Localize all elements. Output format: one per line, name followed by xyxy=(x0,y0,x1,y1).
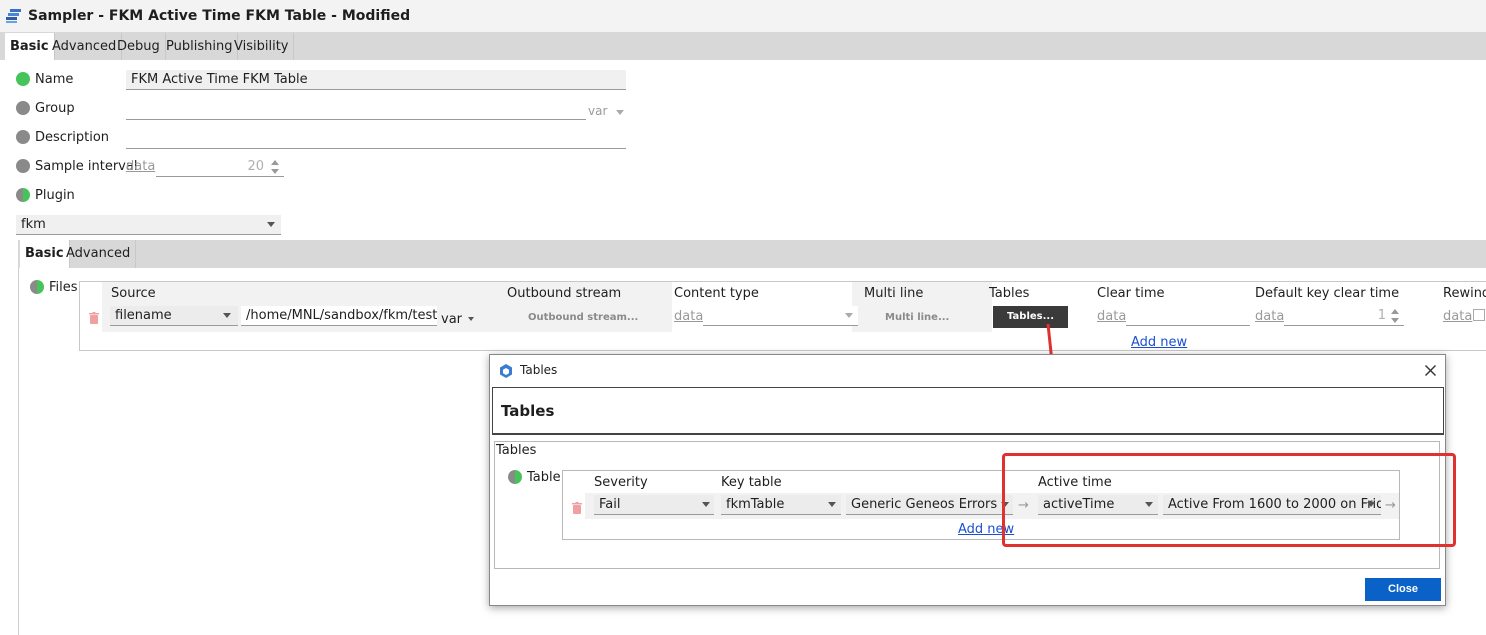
default-key-clear-spinner[interactable] xyxy=(1390,307,1400,325)
source-path-input[interactable]: /home/MNL/sandbox/fkm/test.log xyxy=(241,306,437,326)
group-var-dropdown-icon[interactable] xyxy=(616,110,624,115)
dialog-header: Tables xyxy=(492,387,1444,435)
header-source: Source xyxy=(111,286,156,301)
source-var-toggle[interactable]: var xyxy=(441,312,462,327)
rule-select[interactable]: Generic Geneos Errors xyxy=(846,495,1013,515)
header-rewind: Rewind xyxy=(1443,286,1486,301)
clear-time-input[interactable] xyxy=(1126,306,1250,326)
key-table-chevron-icon[interactable] xyxy=(828,502,836,507)
content-type-chevron-icon[interactable] xyxy=(845,313,853,318)
window-title-bar: Sampler - FKM Active Time FKM Table - Mo… xyxy=(0,0,1486,33)
sample-interval-label: Sample interval xyxy=(35,159,138,174)
group-label: Group xyxy=(35,101,75,116)
main-tab-bar: Basic Advanced Debug Publishing Visibili… xyxy=(0,33,1486,60)
outbound-stream-button[interactable]: Outbound stream... xyxy=(528,312,638,323)
header-key-table: Key table xyxy=(721,475,782,490)
header-clear-time: Clear time xyxy=(1097,286,1165,301)
source-var-chevron-icon[interactable] xyxy=(468,317,474,321)
tab-advanced[interactable]: Advanced xyxy=(47,33,123,60)
severity-select[interactable]: Fail xyxy=(594,495,714,515)
plugin-select[interactable]: fkm xyxy=(16,215,281,235)
header-outbound-stream: Outbound stream xyxy=(507,286,622,301)
rewind-checkbox[interactable] xyxy=(1473,309,1485,321)
severity-value: Fail xyxy=(599,497,621,512)
source-type-chevron-icon[interactable] xyxy=(223,313,231,318)
sample-interval-input[interactable]: 20 xyxy=(156,157,284,177)
plugin-tab-bar: Basic Advanced xyxy=(18,240,1486,268)
close-button[interactable]: Close xyxy=(1365,578,1441,601)
multi-line-button[interactable]: Multi line... xyxy=(885,312,949,323)
files-add-new-link[interactable]: Add new xyxy=(1131,335,1187,350)
severity-chevron-icon[interactable] xyxy=(702,502,710,507)
header-content-type: Content type xyxy=(674,286,759,301)
plugin-label: Plugin xyxy=(35,188,75,203)
default-key-clear-data-link[interactable]: data xyxy=(1255,309,1284,324)
sample-interval-status-indicator xyxy=(16,159,30,173)
files-status-indicator xyxy=(30,280,44,294)
description-input[interactable] xyxy=(126,129,626,149)
header-tables: Tables xyxy=(989,286,1030,301)
tab-publishing[interactable]: Publishing xyxy=(161,33,239,60)
sample-interval-spinner[interactable] xyxy=(270,158,280,176)
rule-value: Generic Geneos Errors xyxy=(851,497,998,512)
delete-table-entry-trash-icon[interactable] xyxy=(572,502,582,514)
plugin-tab-advanced[interactable]: Advanced xyxy=(61,240,137,268)
tab-visibility[interactable]: Visibility xyxy=(229,33,295,60)
key-table-value: fkmTable xyxy=(726,497,785,512)
group-input[interactable] xyxy=(126,100,586,120)
header-multi-line: Multi line xyxy=(864,286,924,301)
files-table: Source Outbound stream Content type Mult… xyxy=(79,281,1486,351)
content-type-data-link[interactable]: data xyxy=(674,309,703,324)
dialog-app-icon xyxy=(500,364,512,378)
source-type-value: filename xyxy=(115,308,172,323)
header-severity: Severity xyxy=(594,475,648,490)
source-type-select[interactable]: filename xyxy=(110,306,238,326)
table-label: Table xyxy=(527,470,561,485)
name-status-indicator xyxy=(16,72,30,86)
dialog-heading: Tables xyxy=(501,402,555,420)
tables-dialog: Tables Tables Tables Table Severity Key … xyxy=(489,354,1456,606)
close-icon[interactable] xyxy=(1425,365,1436,376)
dialog-title-bar: Tables xyxy=(490,355,1445,385)
clear-time-data-link[interactable]: data xyxy=(1097,309,1126,324)
description-label: Description xyxy=(35,130,110,145)
dialog-title: Tables xyxy=(520,363,558,377)
tab-debug[interactable]: Debug xyxy=(112,33,166,60)
window-title: Sampler - FKM Active Time FKM Table - Mo… xyxy=(28,8,411,24)
plugin-select-chevron-icon[interactable] xyxy=(267,222,275,227)
name-input[interactable]: FKM Active Time FKM Table xyxy=(126,70,626,90)
files-label: Files xyxy=(49,280,78,295)
table-status-indicator xyxy=(508,470,522,484)
description-status-indicator xyxy=(16,130,30,144)
tables-section-label: Tables xyxy=(496,443,537,458)
group-var-toggle[interactable]: var xyxy=(588,104,607,118)
default-key-clear-input[interactable]: 1 xyxy=(1284,306,1404,326)
sampler-icon xyxy=(6,9,21,23)
content-type-select[interactable] xyxy=(703,306,858,326)
highlight-box xyxy=(1002,453,1456,547)
delete-row-trash-icon[interactable] xyxy=(89,312,99,324)
plugin-status-indicator xyxy=(16,188,30,202)
plugin-select-value: fkm xyxy=(21,217,46,232)
rewind-data-link[interactable]: data xyxy=(1443,309,1472,324)
key-table-select[interactable]: fkmTable xyxy=(721,495,841,515)
name-label: Name xyxy=(35,72,74,87)
group-status-indicator xyxy=(16,101,30,115)
header-default-key-clear-time: Default key clear time xyxy=(1255,286,1400,301)
sample-interval-data-link[interactable]: data xyxy=(126,159,155,174)
